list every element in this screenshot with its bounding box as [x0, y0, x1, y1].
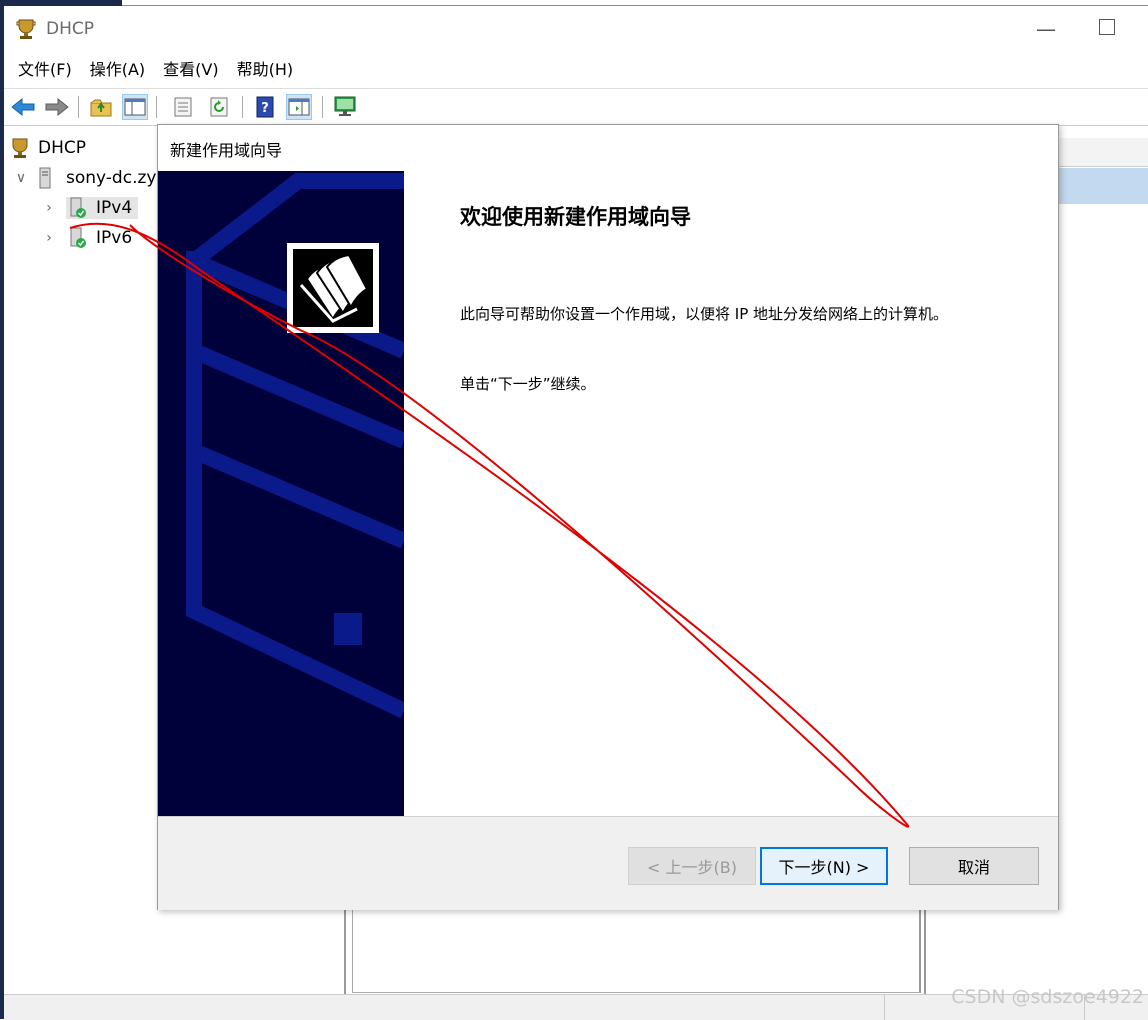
menu-bar: 文件(F) 操作(A) 查看(V) 帮助(H)	[4, 56, 302, 86]
window-top-border	[122, 5, 1148, 6]
dhcp-app-icon	[16, 18, 36, 40]
details-selected-row[interactable]	[1056, 168, 1148, 204]
show-hide-tree-icon[interactable]	[122, 94, 148, 120]
window-title: DHCP	[46, 19, 94, 39]
ipv4-icon	[68, 197, 88, 219]
tree-label-dhcp: DHCP	[38, 138, 86, 158]
toolbar-separator	[242, 96, 243, 118]
wizard-logo	[287, 243, 379, 333]
wizard-description: 此向导可帮助你设置一个作用域，以便将 IP 地址分发给网络上的计算机。	[460, 305, 949, 323]
forward-arrow-icon[interactable]	[44, 94, 70, 120]
details-header	[1056, 138, 1148, 167]
taskbar-edge	[0, 0, 122, 6]
new-scope-wizard-dialog: 新建作用域向导 欢迎使用新建作用域向导 此向导可帮助你设置一个作用域，以便将 I…	[157, 124, 1059, 910]
toolbar: ?	[4, 88, 1148, 126]
menu-action[interactable]: 操作(A)	[81, 56, 154, 86]
tree-item-ipv4[interactable]: › IPv4	[40, 194, 139, 222]
tree-item-ipv6[interactable]: › IPv6	[40, 224, 132, 252]
maximize-button[interactable]	[1099, 19, 1115, 35]
menu-help[interactable]: 帮助(H)	[228, 56, 303, 86]
toolbar-separator	[78, 96, 79, 118]
chevron-down-icon[interactable]: ∨	[12, 170, 30, 186]
back-button[interactable]: < 上一步(B)	[628, 847, 756, 885]
action-pane-icon[interactable]	[286, 94, 312, 120]
tree-label-server: sony-dc.zy	[66, 168, 157, 188]
menu-file[interactable]: 文件(F)	[4, 56, 81, 86]
tree-selection: IPv4	[66, 197, 139, 219]
tree-label-ipv4: IPv4	[96, 198, 133, 218]
wizard-footer: < 上一步(B) 下一步(N) > 取消	[158, 816, 1058, 910]
tree-label-ipv6: IPv6	[96, 228, 133, 248]
title-bar: DHCP —	[4, 8, 1148, 52]
monitor-icon[interactable]	[332, 94, 358, 120]
ipv6-icon	[68, 227, 88, 249]
properties-icon[interactable]	[170, 94, 196, 120]
folders-icon	[299, 253, 369, 323]
tree-item-dhcp[interactable]: DHCP	[10, 134, 86, 162]
wizard-title: 新建作用域向导	[170, 141, 283, 160]
dhcp-icon	[10, 137, 30, 159]
toolbar-separator	[156, 96, 157, 118]
wizard-heading: 欢迎使用新建作用域向导	[460, 205, 691, 229]
help-icon[interactable]: ?	[252, 94, 278, 120]
watermark: CSDN @sdszoe4922	[951, 986, 1144, 1008]
tree-item-server[interactable]: ∨ sony-dc.zy	[12, 164, 156, 192]
up-folder-icon[interactable]	[88, 94, 114, 120]
chevron-right-icon[interactable]: ›	[40, 230, 58, 246]
status-divider	[884, 995, 885, 1020]
pane-divider	[924, 906, 926, 994]
chevron-right-icon[interactable]: ›	[40, 200, 58, 216]
wizard-instruction: 单击“下一步”继续。	[460, 375, 596, 393]
svg-text:?: ?	[261, 101, 269, 116]
lower-details-pane	[352, 906, 921, 993]
wizard-banner	[158, 171, 404, 816]
back-arrow-icon[interactable]	[10, 94, 36, 120]
cancel-button[interactable]: 取消	[909, 847, 1039, 885]
refresh-icon[interactable]	[206, 94, 232, 120]
server-icon	[38, 167, 58, 189]
menu-view[interactable]: 查看(V)	[154, 56, 227, 86]
toolbar-separator	[322, 96, 323, 118]
minimize-button[interactable]: —	[1034, 14, 1058, 44]
next-button[interactable]: 下一步(N) >	[760, 847, 888, 885]
